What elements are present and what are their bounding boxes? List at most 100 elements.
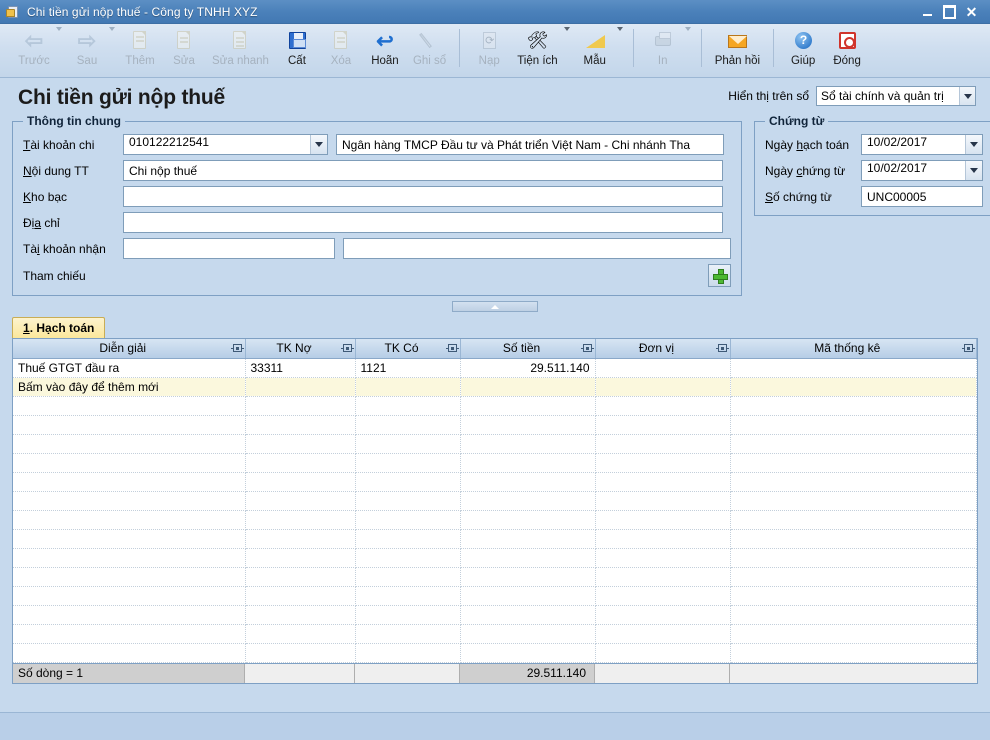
toolbar-button-mau[interactable]: Mẫu: [573, 27, 617, 67]
cell-3[interactable]: [460, 643, 596, 663]
cell-4[interactable]: [595, 548, 731, 568]
cell-4[interactable]: [595, 396, 731, 416]
cell-3[interactable]: [460, 605, 596, 625]
cell-5[interactable]: [730, 415, 977, 435]
column-header-ma-thong-ke[interactable]: Mã thống kê: [730, 339, 977, 359]
cell-5[interactable]: [730, 377, 977, 397]
toolbar-dropdown-truoc[interactable]: [56, 27, 65, 48]
cell-1[interactable]: [245, 529, 356, 549]
cell-4[interactable]: [595, 491, 731, 511]
grid-empty-row[interactable]: [13, 434, 977, 454]
cell-4[interactable]: [595, 529, 731, 549]
cell-1[interactable]: [245, 567, 356, 587]
cell-0[interactable]: [13, 472, 246, 492]
cell-3[interactable]: [460, 491, 596, 511]
treasury-input[interactable]: [123, 186, 723, 207]
cell-3[interactable]: [460, 586, 596, 606]
grid-empty-row[interactable]: [13, 510, 977, 530]
filter-icon[interactable]: [962, 344, 975, 353]
address-input[interactable]: [123, 212, 723, 233]
cell-5[interactable]: [730, 643, 977, 663]
cell-3[interactable]: 29.511.140: [460, 358, 596, 378]
cell-2[interactable]: [355, 472, 461, 492]
toolbar-button-phan-hoi[interactable]: Phản hồi: [709, 27, 766, 67]
maximize-button[interactable]: [943, 5, 956, 18]
receiving-account-input[interactable]: [123, 238, 335, 259]
cell-4[interactable]: [595, 510, 731, 530]
cell-3[interactable]: [460, 624, 596, 644]
cell-5[interactable]: [730, 567, 977, 587]
cell-5[interactable]: [730, 548, 977, 568]
content-input[interactable]: Chi nộp thuế: [123, 160, 723, 181]
cell-4[interactable]: [595, 358, 731, 378]
cell-0[interactable]: [13, 529, 246, 549]
cell-3[interactable]: [460, 548, 596, 568]
cell-0[interactable]: Bấm vào đây để thêm mới: [13, 377, 246, 397]
cell-4[interactable]: [595, 643, 731, 663]
grid-new-row[interactable]: Bấm vào đây để thêm mới: [13, 377, 977, 397]
cell-4[interactable]: [595, 624, 731, 644]
cell-1[interactable]: [245, 605, 356, 625]
grid-empty-row[interactable]: [13, 624, 977, 644]
cell-1[interactable]: [245, 624, 356, 644]
grid-empty-row[interactable]: [13, 567, 977, 587]
posting-date-picker[interactable]: 10/02/2017: [861, 134, 983, 155]
cell-2[interactable]: [355, 548, 461, 568]
grid-empty-row[interactable]: [13, 491, 977, 511]
bank-name-field[interactable]: Ngân hàng TMCP Đầu tư và Phát triển Việt…: [336, 134, 724, 155]
add-reference-button[interactable]: [708, 264, 731, 287]
voucher-date-picker[interactable]: 10/02/2017: [861, 160, 983, 181]
cell-0[interactable]: [13, 453, 246, 473]
cell-0[interactable]: Thuế GTGT đầu ra: [13, 358, 246, 378]
cell-5[interactable]: [730, 396, 977, 416]
filter-icon[interactable]: [715, 344, 729, 353]
cell-5[interactable]: [730, 358, 977, 378]
toolbar-button-tien-ich[interactable]: 🛠 Tiện ích: [511, 27, 563, 67]
toolbar-button-them[interactable]: Thêm: [118, 27, 162, 67]
cell-2[interactable]: [355, 624, 461, 644]
cell-5[interactable]: [730, 472, 977, 492]
chevron-down-icon[interactable]: [959, 87, 975, 105]
chevron-down-icon[interactable]: [310, 135, 327, 154]
cell-3[interactable]: [460, 434, 596, 454]
tab-hach-toan[interactable]: 1. Hạch toán: [12, 317, 106, 338]
cell-2[interactable]: [355, 434, 461, 454]
cell-5[interactable]: [730, 510, 977, 530]
toolbar-button-dong[interactable]: Đóng: [825, 27, 869, 67]
toolbar-dropdown-tien-ich[interactable]: [563, 27, 573, 48]
cell-1[interactable]: [245, 491, 356, 511]
cell-3[interactable]: [460, 453, 596, 473]
grid-empty-row[interactable]: [13, 605, 977, 625]
cell-0[interactable]: [13, 624, 246, 644]
cell-2[interactable]: 1121: [355, 358, 461, 378]
cell-2[interactable]: [355, 643, 461, 663]
toolbar-button-sua[interactable]: Sửa: [162, 27, 206, 67]
cell-1[interactable]: [245, 643, 356, 663]
cell-0[interactable]: [13, 396, 246, 416]
column-header-don-vi[interactable]: Đơn vị: [595, 339, 731, 359]
cell-5[interactable]: [730, 491, 977, 511]
cell-1[interactable]: [245, 415, 356, 435]
collapse-toggle-button[interactable]: [452, 301, 538, 312]
cell-2[interactable]: [355, 586, 461, 606]
table-row[interactable]: Thuế GTGT đầu ra 33311 1121 29.511.140: [13, 358, 977, 378]
grid-empty-row[interactable]: [13, 415, 977, 435]
grid-empty-row[interactable]: [13, 586, 977, 606]
cell-0[interactable]: [13, 643, 246, 663]
cell-2[interactable]: [355, 415, 461, 435]
toolbar-button-hoan[interactable]: ↩ Hoãn: [363, 27, 407, 68]
cell-4[interactable]: [595, 434, 731, 454]
cell-4[interactable]: [595, 377, 731, 397]
toolbar-dropdown-mau[interactable]: [616, 27, 626, 48]
cell-1[interactable]: [245, 377, 356, 397]
cell-0[interactable]: [13, 510, 246, 530]
cell-5[interactable]: [730, 586, 977, 606]
toolbar-button-sua-nhanh[interactable]: Sửa nhanh: [206, 27, 275, 67]
cell-1[interactable]: [245, 510, 356, 530]
cell-1[interactable]: [245, 453, 356, 473]
cell-1[interactable]: 33311: [245, 358, 356, 378]
cell-1[interactable]: [245, 396, 356, 416]
cell-5[interactable]: [730, 453, 977, 473]
cell-0[interactable]: [13, 567, 246, 587]
cell-2[interactable]: [355, 529, 461, 549]
